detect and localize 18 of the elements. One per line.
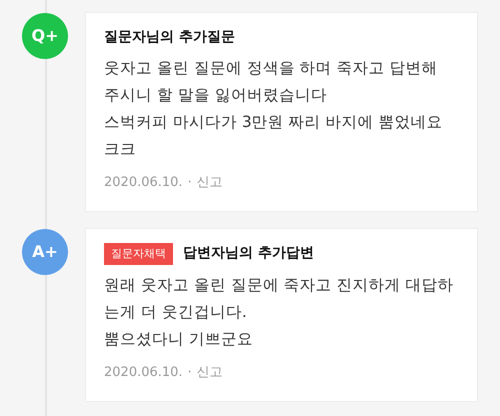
card-title: 답변자님의 추가답변 [183,244,314,264]
post-date: 2020.06.10. [104,364,183,382]
body-text: 스벅커피 마시다가 3만원 짜리 바지에 뿜었네요 [104,112,444,133]
body-text: 크크 [104,139,137,160]
avatar-badge: Q+ [22,13,68,59]
body-text: 원래 웃자고 올린 질문에 죽자고 진지하게 대답하 [104,275,455,296]
report-link[interactable]: 신고 [196,173,223,192]
selected-badge: 질문자채택 [104,242,173,265]
body-text: 웃자고 올린 질문에 정색을 하며 죽자고 답변해 [104,58,439,79]
separator-dot: · [188,364,192,382]
body-text: 주시니 할 말을 잃어버렸습니다 [104,85,328,106]
report-link[interactable]: 신고 [196,363,223,382]
post-date: 2020.06.10. [104,174,183,192]
separator-dot: · [188,174,192,192]
body-text: 는게 더 웃긴겁니다. [104,302,248,323]
avatar-badge: A+ [22,228,68,274]
body-text: 뿜으셨다니 기쁘군요 [104,329,254,350]
card-title: 질문자님의 추가질문 [104,28,235,47]
